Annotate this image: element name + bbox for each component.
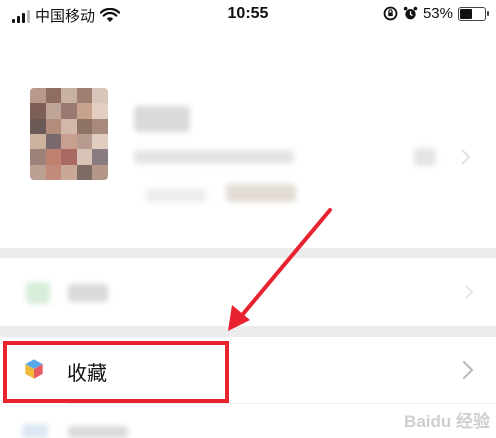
services-chevron-icon [465,285,474,299]
status-tag-blurred[interactable] [146,188,206,202]
avatar-pixel [30,164,46,180]
avatar-pixel [76,118,93,134]
avatar-pixel [61,118,77,134]
profile-chevron-icon[interactable] [460,148,472,166]
avatar-pixel [45,103,62,119]
status-right: 53% [383,5,489,22]
avatar-pixel [76,103,93,119]
favorites-label: 收藏 [67,363,107,385]
avatar-pixel [61,149,77,165]
next-label-blurred [68,426,128,438]
services-row[interactable] [0,260,496,324]
avatar-pixel [61,164,77,180]
avatar-pixel [92,88,108,104]
avatar[interactable] [30,88,108,180]
profile-header[interactable] [0,30,496,248]
avatar-pixel [76,149,93,165]
avatar-pixel [45,88,62,104]
section-divider-1 [0,248,496,258]
status-bar: 中国移动 10:55 53% [0,0,496,30]
avatar-pixel [92,103,108,119]
avatar-pixel [45,118,62,134]
services-icon-blurred [26,282,50,304]
account-id-blurred [134,150,294,164]
battery-percent: 53% [422,5,453,22]
avatar-pixel [30,88,46,104]
avatar-pixel [76,88,93,104]
watermark: Baidu 经验 [404,412,490,431]
next-icon-blurred [22,424,48,438]
favorites-cube-icon [24,358,44,380]
avatar-pixel [30,103,46,119]
avatar-pixel [61,103,77,119]
avatar-pixel [61,133,77,150]
avatar-pixel [76,133,93,150]
section-divider-2 [0,326,496,337]
chevron-right-icon [462,360,474,380]
favorites-row[interactable]: 收藏 [0,340,496,400]
battery-icon [458,6,489,21]
avatar-pixel [30,118,46,134]
rotation-lock-icon [383,6,398,21]
avatar-pixel [92,133,108,150]
avatar-pixel [45,164,62,180]
avatar-pixel [30,149,46,165]
qr-code-blurred[interactable] [414,148,436,166]
username-blurred [134,106,190,132]
avatar-pixel [45,149,62,165]
avatar-pixel [30,133,46,150]
avatar-pixel [61,88,77,104]
avatar-pixel [92,149,108,165]
alarm-icon [403,6,418,20]
services-label-blurred [68,284,108,302]
avatar-pixel [92,118,108,134]
avatar-pixel [76,164,93,180]
avatar-pixel [92,164,108,180]
friends-status-blurred[interactable] [226,184,296,202]
avatar-pixel [45,133,62,150]
